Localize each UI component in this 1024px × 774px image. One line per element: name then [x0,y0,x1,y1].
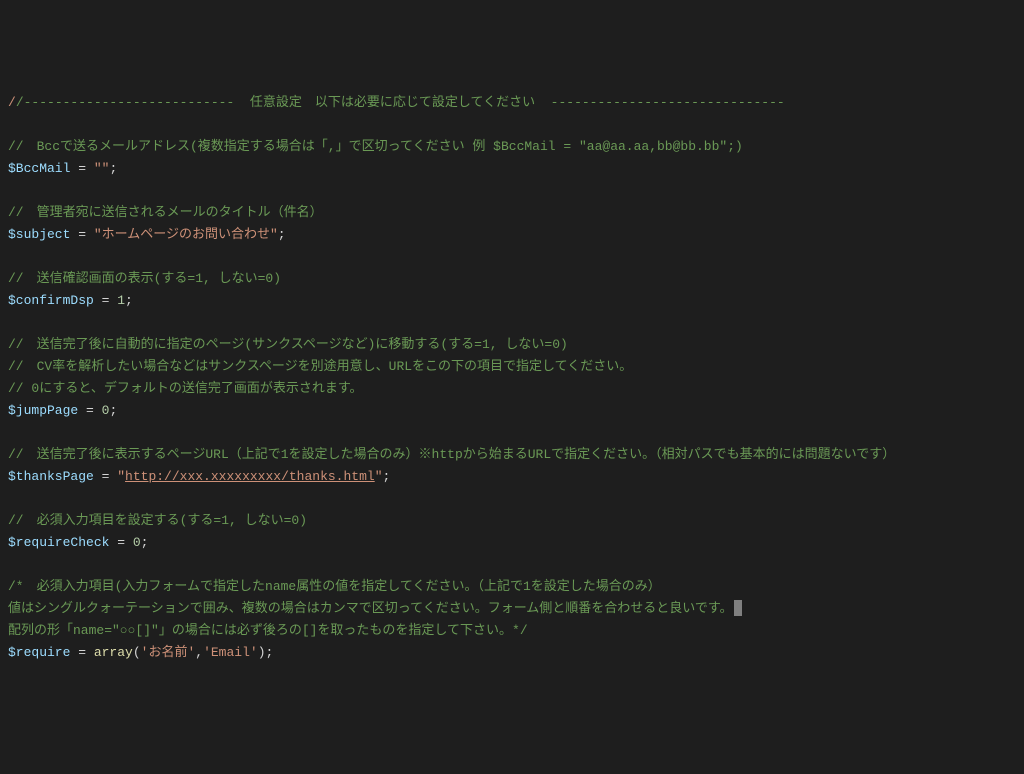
thanks-url: http://xxx.xxxxxxxxx/thanks.html [125,469,375,484]
cursor [734,600,742,616]
require-var: $require [8,645,70,660]
require-check-val: 0 [133,535,141,550]
thanks-quote: " [117,469,125,484]
semi4: ; [109,403,117,418]
comma: , [195,645,203,660]
jump-var: $jumpPage [8,403,78,418]
subject-val: "ホームページのお問い合わせ" [94,227,278,242]
require-arg2: 'Email' [203,645,258,660]
semi5: ; [383,469,391,484]
bcc-val: "" [94,161,110,176]
require-comment-2: 値はシングルクォーテーションで囲み、複数の場合はカンマで区切ってください。フォー… [8,601,733,616]
require-arg1: 'お名前' [141,645,196,660]
semi: ; [109,161,117,176]
confirm-val: 1 [117,293,125,308]
jump-comment-2: // CV率を解析したい場合などはサンクスページを別途用意し、URLをこの下の項… [8,359,632,374]
bcc-eq: = [70,161,93,176]
confirm-comment: // 送信確認画面の表示(する=1, しない=0) [8,271,281,286]
array-fn: array [94,645,133,660]
jump-comment-1: // 送信完了後に自動的に指定のページ(サンクスページなど)に移動する(する=1… [8,337,568,352]
require-check-var: $requireCheck [8,535,109,550]
require-eq: = [70,645,93,660]
semi3: ; [125,293,133,308]
jump-eq: = [78,403,101,418]
subject-comment: // 管理者宛に送信されるメールのタイトル（件名） [8,205,323,220]
confirm-eq: = [94,293,117,308]
bcc-comment: // Bccで送るメールアドレス(複数指定する場合は「,」で区切ってください 例… [8,139,743,154]
confirm-var: $confirmDsp [8,293,94,308]
require-comment-1: /* 必須入力項目(入力フォームで指定したname属性の値を指定してください。（… [8,579,661,594]
header-comment: /--------------------------- 任意設定 以下は必要に… [16,95,785,110]
slash: / [8,95,16,110]
thanks-eq: = [94,469,117,484]
thanks-var: $thanksPage [8,469,94,484]
semi7: ; [266,645,274,660]
subject-var: $subject [8,227,70,242]
require-comment-3: 配列の形「name="○○[]"」の場合には必ず後ろの[]を取ったものを指定して… [8,623,528,638]
thanks-comment: // 送信完了後に表示するページURL（上記で1を設定した場合のみ）※httpか… [8,447,895,462]
require-check-comment: // 必須入力項目を設定する(する=1, しない=0) [8,513,307,528]
paren-close: ) [258,645,266,660]
subject-eq: = [70,227,93,242]
bcc-var: $BccMail [8,161,70,176]
semi2: ; [278,227,286,242]
thanks-quote2: " [375,469,383,484]
paren-open: ( [133,645,141,660]
jump-comment-3: // 0にすると、デフォルトの送信完了画面が表示されます。 [8,381,363,396]
code-editor[interactable]: //--------------------------- 任意設定 以下は必要… [8,92,1016,664]
semi6: ; [141,535,149,550]
require-check-eq: = [109,535,132,550]
